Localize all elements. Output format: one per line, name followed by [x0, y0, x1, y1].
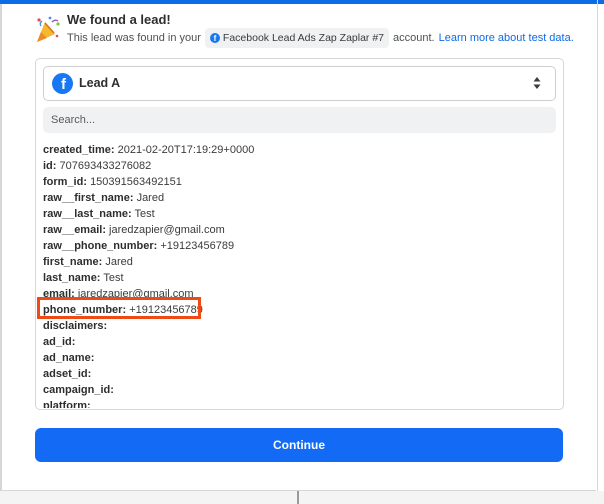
field-row: last_name: Test — [43, 270, 553, 286]
field-row: raw__email: jaredzapier@gmail.com — [43, 222, 553, 238]
field-key: adset_id: — [43, 368, 92, 380]
account-chip: f Facebook Lead Ads Zap Zaplar #7 — [204, 28, 390, 48]
field-row: first_name: Jared — [43, 254, 553, 270]
field-row: disclaimers: — [43, 318, 553, 334]
learn-more-link[interactable]: Learn more about test data. — [439, 32, 574, 44]
field-row: created_time: 2021-02-20T17:19:29+0000 — [43, 142, 553, 158]
bottom-strip — [0, 491, 604, 504]
field-key: last_name: — [43, 272, 101, 284]
field-row: raw__first_name: Jared — [43, 190, 553, 206]
window-right-edge — [597, 0, 598, 504]
field-row: ad_name: — [43, 350, 553, 366]
field-key: first_name: — [43, 256, 103, 268]
field-row: ad_id: — [43, 334, 553, 350]
field-value: jaredzapier@gmail.com — [109, 224, 225, 236]
facebook-mini-icon: f — [209, 33, 220, 43]
field-row: raw__last_name: Test — [43, 206, 553, 222]
field-value: 2021-02-20T17:19:29+0000 — [117, 144, 255, 156]
field-key: raw__last_name: — [43, 208, 132, 220]
field-key: campaign_id: — [43, 384, 114, 396]
field-value: 150391563492151 — [90, 176, 182, 188]
field-key: created_time: — [43, 144, 115, 156]
field-key: platform: — [43, 400, 91, 408]
phone-number-highlight — [37, 297, 201, 319]
field-key: id: — [43, 160, 57, 172]
account-chip-label: Facebook Lead Ads Zap Zaplar #7 — [222, 32, 385, 44]
field-row: campaign_id: — [43, 382, 553, 398]
field-row: raw__phone_number: +19123456789 — [43, 238, 553, 254]
field-value: Jared — [136, 192, 165, 204]
lead-select-value: Lead A — [79, 76, 121, 90]
description-suffix: account. — [393, 32, 435, 44]
result-description: This lead was found in your f Facebook L… — [67, 28, 574, 48]
field-row: form_id: 150391563492151 — [43, 174, 553, 190]
field-key: ad_id: — [43, 336, 76, 348]
field-key: raw__phone_number: — [43, 240, 158, 252]
search-input[interactable] — [43, 107, 556, 133]
field-key: raw__first_name: — [43, 192, 134, 204]
facebook-icon: f — [52, 73, 73, 94]
result-title: We found a lead! — [67, 12, 171, 27]
continue-button[interactable]: Continue — [35, 428, 563, 462]
field-key: form_id: — [43, 176, 87, 188]
field-value: 707693433276082 — [59, 160, 152, 172]
lead-select-dropdown[interactable]: f Lead A — [43, 66, 556, 101]
field-key: ad_name: — [43, 352, 95, 364]
field-row: platform: — [43, 398, 553, 408]
description-prefix: This lead was found in your — [67, 32, 201, 44]
chevron-up-down-icon — [533, 75, 541, 91]
field-value: Test — [103, 272, 124, 284]
bottom-divider — [297, 491, 299, 504]
party-popper-icon — [35, 14, 61, 44]
field-value: Jared — [105, 256, 133, 268]
field-key: raw__email: — [43, 224, 106, 236]
field-value: Test — [134, 208, 155, 220]
lead-card: f Lead A created_time: 2021-02-20T17:19:… — [35, 58, 564, 410]
lead-fields-list[interactable]: created_time: 2021-02-20T17:19:29+0000 i… — [43, 142, 553, 408]
panel-top-border — [0, 0, 604, 4]
field-key: disclaimers: — [43, 320, 108, 332]
field-row: adset_id: — [43, 366, 553, 382]
field-row: id: 707693433276082 — [43, 158, 553, 174]
field-value: +19123456789 — [160, 240, 235, 252]
